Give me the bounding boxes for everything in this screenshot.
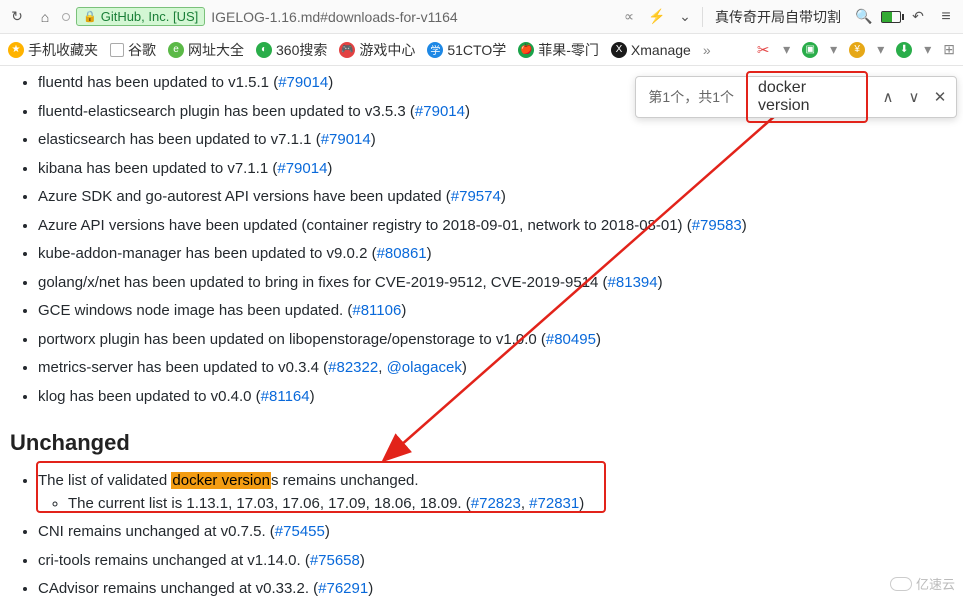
list-item: portworx plugin has been updated on libo… [38, 329, 955, 352]
list-item: CNI remains unchanged at v0.7.5. (#75455… [38, 521, 955, 544]
user-link[interactable]: @olagacek [387, 359, 462, 376]
issue-link[interactable]: #72831 [529, 495, 579, 512]
issue-link[interactable]: #79014 [277, 160, 327, 177]
list-item: golang/x/net has been updated to bring i… [38, 272, 955, 295]
bookmark-item[interactable]: 🎮游戏中心 [339, 40, 415, 60]
find-prev-button[interactable]: ∧ [876, 85, 900, 109]
issue-link[interactable]: #81106 [352, 302, 401, 319]
list-item: The current list is 1.13.1, 17.03, 17.06… [68, 493, 955, 516]
site-identity: GitHub, Inc. [US] [76, 7, 205, 26]
list-item: elasticsearch has been updated to v7.1.1… [38, 129, 955, 152]
list-item: Azure API versions have been updated (co… [38, 215, 955, 238]
reload-icon[interactable]: ↻ [6, 6, 28, 28]
share-icon[interactable]: ∝ [618, 6, 640, 28]
browser-toolbar: ↻ ⌂ GitHub, Inc. [US] IGELOG-1.16.md#dow… [0, 0, 963, 34]
list-item: klog has been updated to v0.4.0 (#81164) [38, 386, 955, 409]
bookmark-item[interactable]: 谷歌 [110, 40, 156, 60]
money-icon[interactable]: ¥ [849, 42, 865, 58]
find-close-button[interactable]: ✕ [928, 85, 952, 109]
list-item: The list of validated docker versions re… [38, 470, 955, 515]
tab-title[interactable]: 真传奇开局自带切割 [709, 7, 847, 27]
undo-icon[interactable]: ↶ [907, 6, 929, 28]
issue-link[interactable]: #75455 [275, 523, 325, 540]
search-highlight: docker version [171, 472, 271, 489]
scissors-icon[interactable]: ✂ [755, 42, 771, 58]
bolt-icon[interactable]: ⚡ [646, 6, 668, 28]
status-dot-icon [62, 13, 70, 21]
url-suffix: IGELOG-1.16.md#downloads-for-v1164 [211, 9, 457, 25]
battery-icon [881, 11, 901, 23]
section-heading: Unchanged [10, 430, 955, 456]
list-item: cri-tools remains unchanged at v1.14.0. … [38, 550, 955, 573]
search-icon[interactable]: 🔍 [853, 6, 875, 28]
grid-icon[interactable]: ⊞ [943, 41, 955, 58]
cloud-icon [890, 577, 912, 591]
issue-link[interactable]: #81394 [608, 274, 658, 291]
issue-link[interactable]: #80495 [546, 331, 596, 348]
find-next-button[interactable]: ∨ [902, 85, 926, 109]
issue-link[interactable]: #79574 [451, 188, 501, 205]
download-icon[interactable]: ⬇ [896, 42, 912, 58]
issue-link[interactable]: #79014 [321, 131, 371, 148]
bookmarks-bar: ★手机收藏夹 谷歌 e网址大全 ◐360搜索 🎮游戏中心 学51CTO学 🍎菲果… [0, 34, 963, 66]
issue-link[interactable]: #82322 [328, 359, 378, 376]
issue-link[interactable]: #79583 [692, 217, 742, 234]
issue-link[interactable]: #80861 [377, 245, 427, 262]
menu-icon[interactable]: ≡ [935, 6, 957, 28]
address-bar[interactable]: GitHub, Inc. [US] IGELOG-1.16.md#downloa… [62, 7, 612, 26]
list-item: Azure SDK and go-autorest API versions h… [38, 186, 955, 209]
bookmark-item[interactable]: 🍎菲果-零门 [518, 40, 599, 60]
list-item: metrics-server has been updated to v0.3.… [38, 357, 955, 380]
find-in-page-bar: 第1个，共1个 docker version ∧ ∨ ✕ [635, 76, 957, 118]
document-content: fluentd has been updated to v1.5.1 (#790… [0, 72, 963, 615]
list-item: CAdvisor remains unchanged at v0.33.2. (… [38, 578, 955, 601]
issue-link[interactable]: #81164 [261, 388, 310, 405]
list-item: GCE windows node image has been updated.… [38, 300, 955, 323]
find-input[interactable]: docker version [746, 71, 868, 123]
bookmark-item[interactable]: e网址大全 [168, 40, 244, 60]
bookmark-item[interactable]: ★手机收藏夹 [8, 40, 98, 60]
list-item: kibana has been updated to v7.1.1 (#7901… [38, 158, 955, 181]
issue-link[interactable]: #76291 [318, 580, 368, 597]
issue-link[interactable]: #79014 [278, 74, 328, 91]
issue-link[interactable]: #72823 [471, 495, 521, 512]
issue-link[interactable]: #79014 [415, 103, 465, 120]
chevron-down-icon[interactable]: ⌄ [674, 6, 696, 28]
doc-icon [110, 43, 124, 57]
list-item: kube-addon-manager has been updated to v… [38, 243, 955, 266]
bookmark-item[interactable]: XXmanage [611, 42, 691, 58]
cube-icon[interactable]: ▣ [802, 42, 818, 58]
find-count: 第1个，共1个 [636, 87, 746, 107]
issue-link[interactable]: #75658 [310, 552, 360, 569]
watermark: 亿速云 [890, 574, 955, 593]
bookmark-item[interactable]: ◐360搜索 [256, 40, 327, 60]
home-icon[interactable]: ⌂ [34, 6, 56, 28]
bookmark-item[interactable]: 学51CTO学 [427, 40, 506, 60]
overflow-icon[interactable]: » [703, 42, 711, 58]
